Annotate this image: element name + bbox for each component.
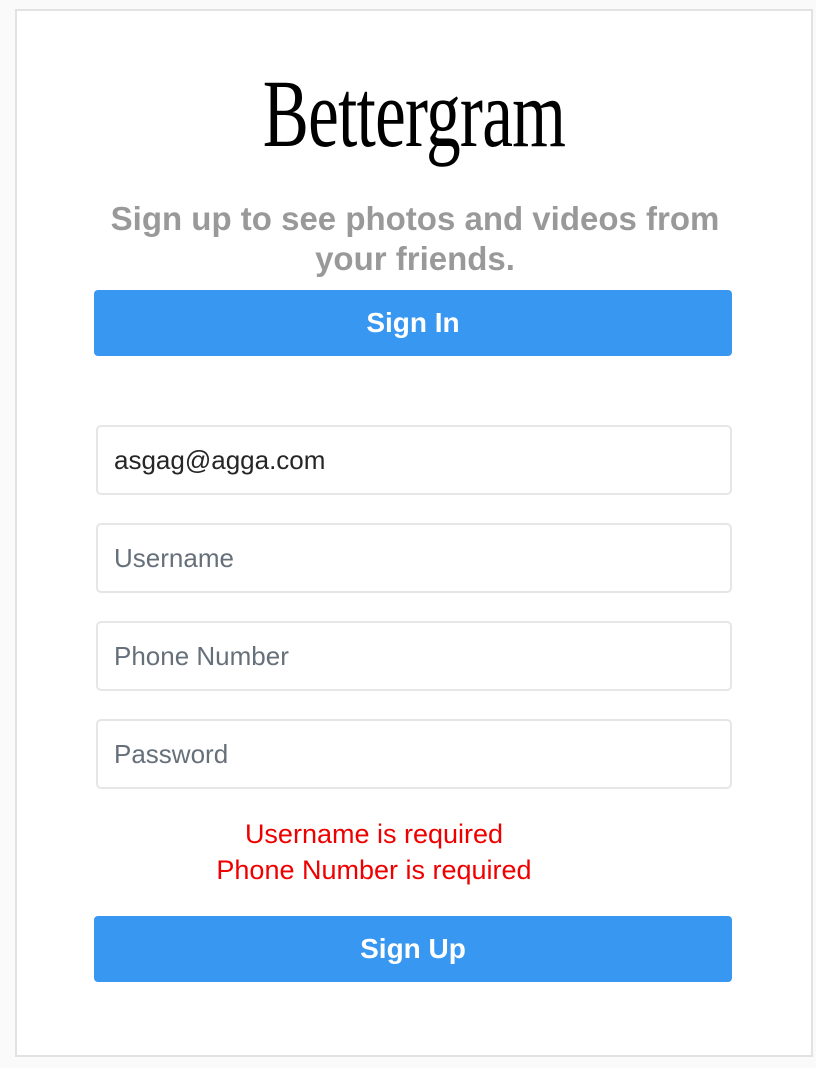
phone-required-error: Phone Number is required	[216, 855, 532, 885]
signup-tagline: Sign up to see photos and videos from yo…	[110, 200, 720, 277]
password-field[interactable]	[96, 719, 732, 789]
validation-errors: Username is required Phone Number is req…	[94, 816, 654, 888]
sign-up-button[interactable]: Sign Up	[94, 916, 732, 982]
app-logo: Bettergram	[262, 60, 566, 167]
phone-number-field[interactable]	[96, 621, 732, 691]
username-field[interactable]	[96, 523, 732, 593]
email-field[interactable]	[96, 425, 732, 495]
signup-card: Bettergram Sign up to see photos and vid…	[15, 9, 813, 1057]
sign-in-button[interactable]: Sign In	[94, 290, 732, 356]
username-required-error: Username is required	[244, 819, 504, 849]
